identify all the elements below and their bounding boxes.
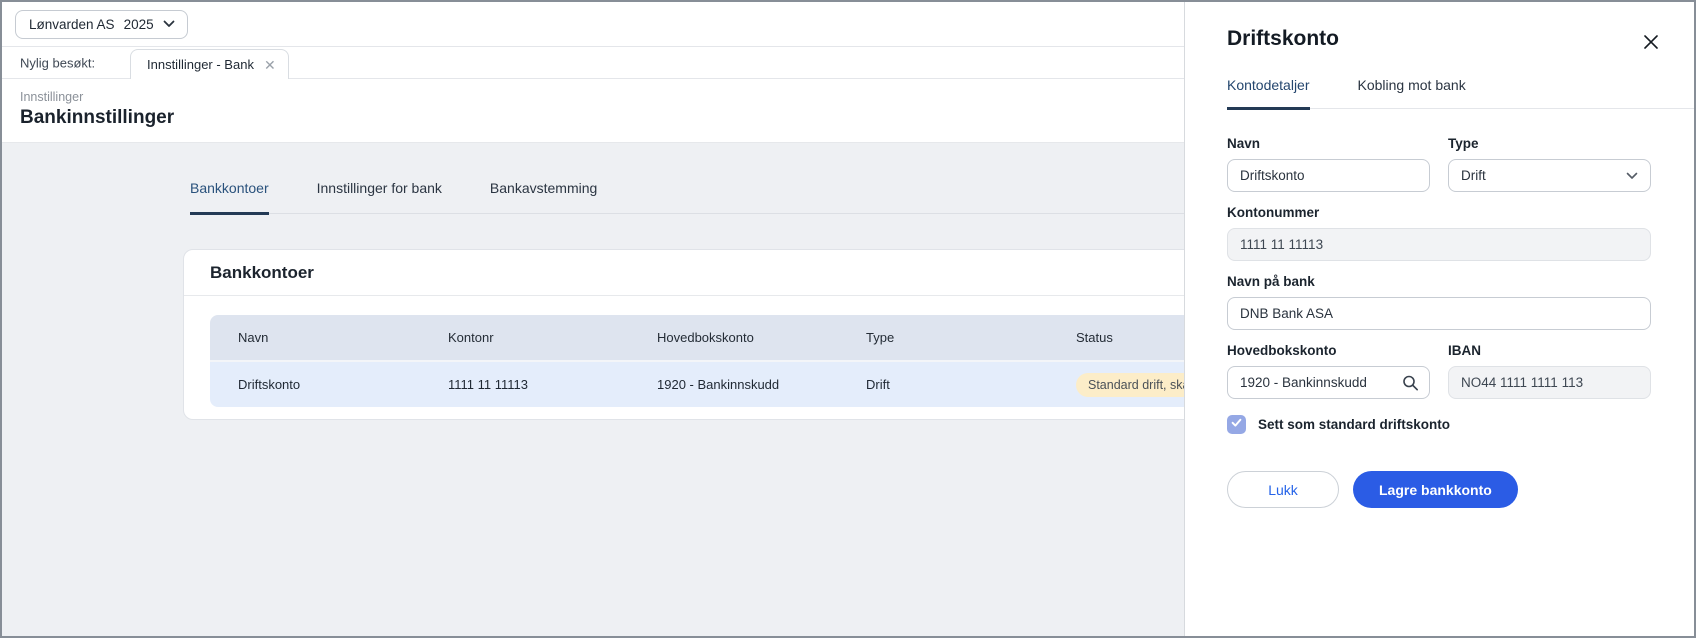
checkmark-icon [1230, 416, 1243, 434]
navn-field[interactable] [1227, 159, 1430, 192]
chevron-down-icon [1626, 168, 1638, 183]
bankkontoer-card: Bankkontoer Navn Kontonr Hovedbokskonto … [183, 249, 1335, 420]
kontonummer-label: Kontonummer [1227, 205, 1651, 220]
fiscal-year: 2025 [124, 17, 154, 32]
tab-kontodetaljer[interactable]: Kontodetaljer [1227, 77, 1310, 108]
hovedbokskonto-label: Hovedbokskonto [1227, 343, 1430, 358]
bank-accounts-table-wrap: Navn Kontonr Hovedbokskonto Type Status … [184, 296, 1334, 407]
column-header-hovedbokskonto: Hovedbokskonto [629, 315, 838, 360]
recent-tab-innstillinger-bank[interactable]: Innstillinger - Bank ✕ [130, 49, 289, 79]
card-title: Bankkontoer [184, 250, 1334, 296]
iban-field [1448, 366, 1651, 399]
tab-bankavstemming[interactable]: Bankavstemming [490, 172, 597, 213]
app-window: Lønvarden AS 2025 Nylig besøkt: Innstill… [0, 0, 1696, 638]
search-icon[interactable] [1402, 374, 1419, 391]
column-header-navn: Navn [210, 315, 420, 360]
company-name: Lønvarden AS [29, 17, 115, 32]
type-select[interactable]: Drift [1448, 159, 1651, 192]
table-row[interactable]: Driftskonto 1111 11 11113 1920 - Bankinn… [210, 360, 1312, 407]
account-details-form: Navn Type Drift Kon [1185, 109, 1694, 508]
table-header-row: Navn Kontonr Hovedbokskonto Type Status [210, 315, 1312, 360]
cell-hovedbokskonto[interactable]: 1920 - Bankinnskudd [629, 360, 838, 407]
cell-kontonr[interactable]: 1111 11 11113 [420, 360, 629, 407]
hovedbokskonto-field[interactable] [1227, 366, 1430, 399]
chevron-down-icon [163, 20, 175, 28]
navn-pa-bank-field[interactable] [1227, 297, 1651, 330]
bank-accounts-table: Navn Kontonr Hovedbokskonto Type Status … [210, 315, 1312, 407]
lagre-bankkonto-button[interactable]: Lagre bankkonto [1353, 471, 1518, 508]
standard-driftskonto-row: Sett som standard driftskonto [1227, 415, 1651, 434]
close-icon[interactable]: ✕ [264, 58, 276, 72]
standard-driftskonto-checkbox[interactable] [1227, 415, 1246, 434]
panel-actions: Lukk Lagre bankkonto [1227, 471, 1651, 508]
panel-tabs: Kontodetaljer Kobling mot bank [1227, 77, 1694, 109]
company-year-selector[interactable]: Lønvarden AS 2025 [15, 10, 188, 39]
status-badge: Standard drift, ska [1076, 373, 1201, 397]
driftskonto-panel: Driftskonto Kontodetaljer Kobling mot ba… [1184, 2, 1694, 636]
close-icon[interactable] [1642, 33, 1660, 51]
kontonummer-field [1227, 228, 1651, 261]
recently-visited-label: Nylig besøkt: [20, 55, 95, 70]
navn-pa-bank-label: Navn på bank [1227, 274, 1651, 289]
type-label: Type [1448, 136, 1651, 151]
navn-label: Navn [1227, 136, 1430, 151]
recent-tab-label: Innstillinger - Bank [147, 57, 254, 72]
tab-innstillinger-for-bank[interactable]: Innstillinger for bank [317, 172, 442, 213]
standard-driftskonto-label: Sett som standard driftskonto [1258, 417, 1450, 432]
tab-kobling-mot-bank[interactable]: Kobling mot bank [1358, 77, 1466, 108]
panel-title: Driftskonto [1185, 2, 1694, 51]
lukk-button[interactable]: Lukk [1227, 471, 1339, 508]
type-selected-value: Drift [1461, 168, 1486, 183]
column-header-type: Type [838, 315, 1048, 360]
iban-label: IBAN [1448, 343, 1651, 358]
column-header-kontonr: Kontonr [420, 315, 629, 360]
cell-navn[interactable]: Driftskonto [210, 360, 420, 407]
tab-bankkontoer[interactable]: Bankkontoer [190, 172, 269, 213]
cell-type[interactable]: Drift [838, 360, 1048, 407]
